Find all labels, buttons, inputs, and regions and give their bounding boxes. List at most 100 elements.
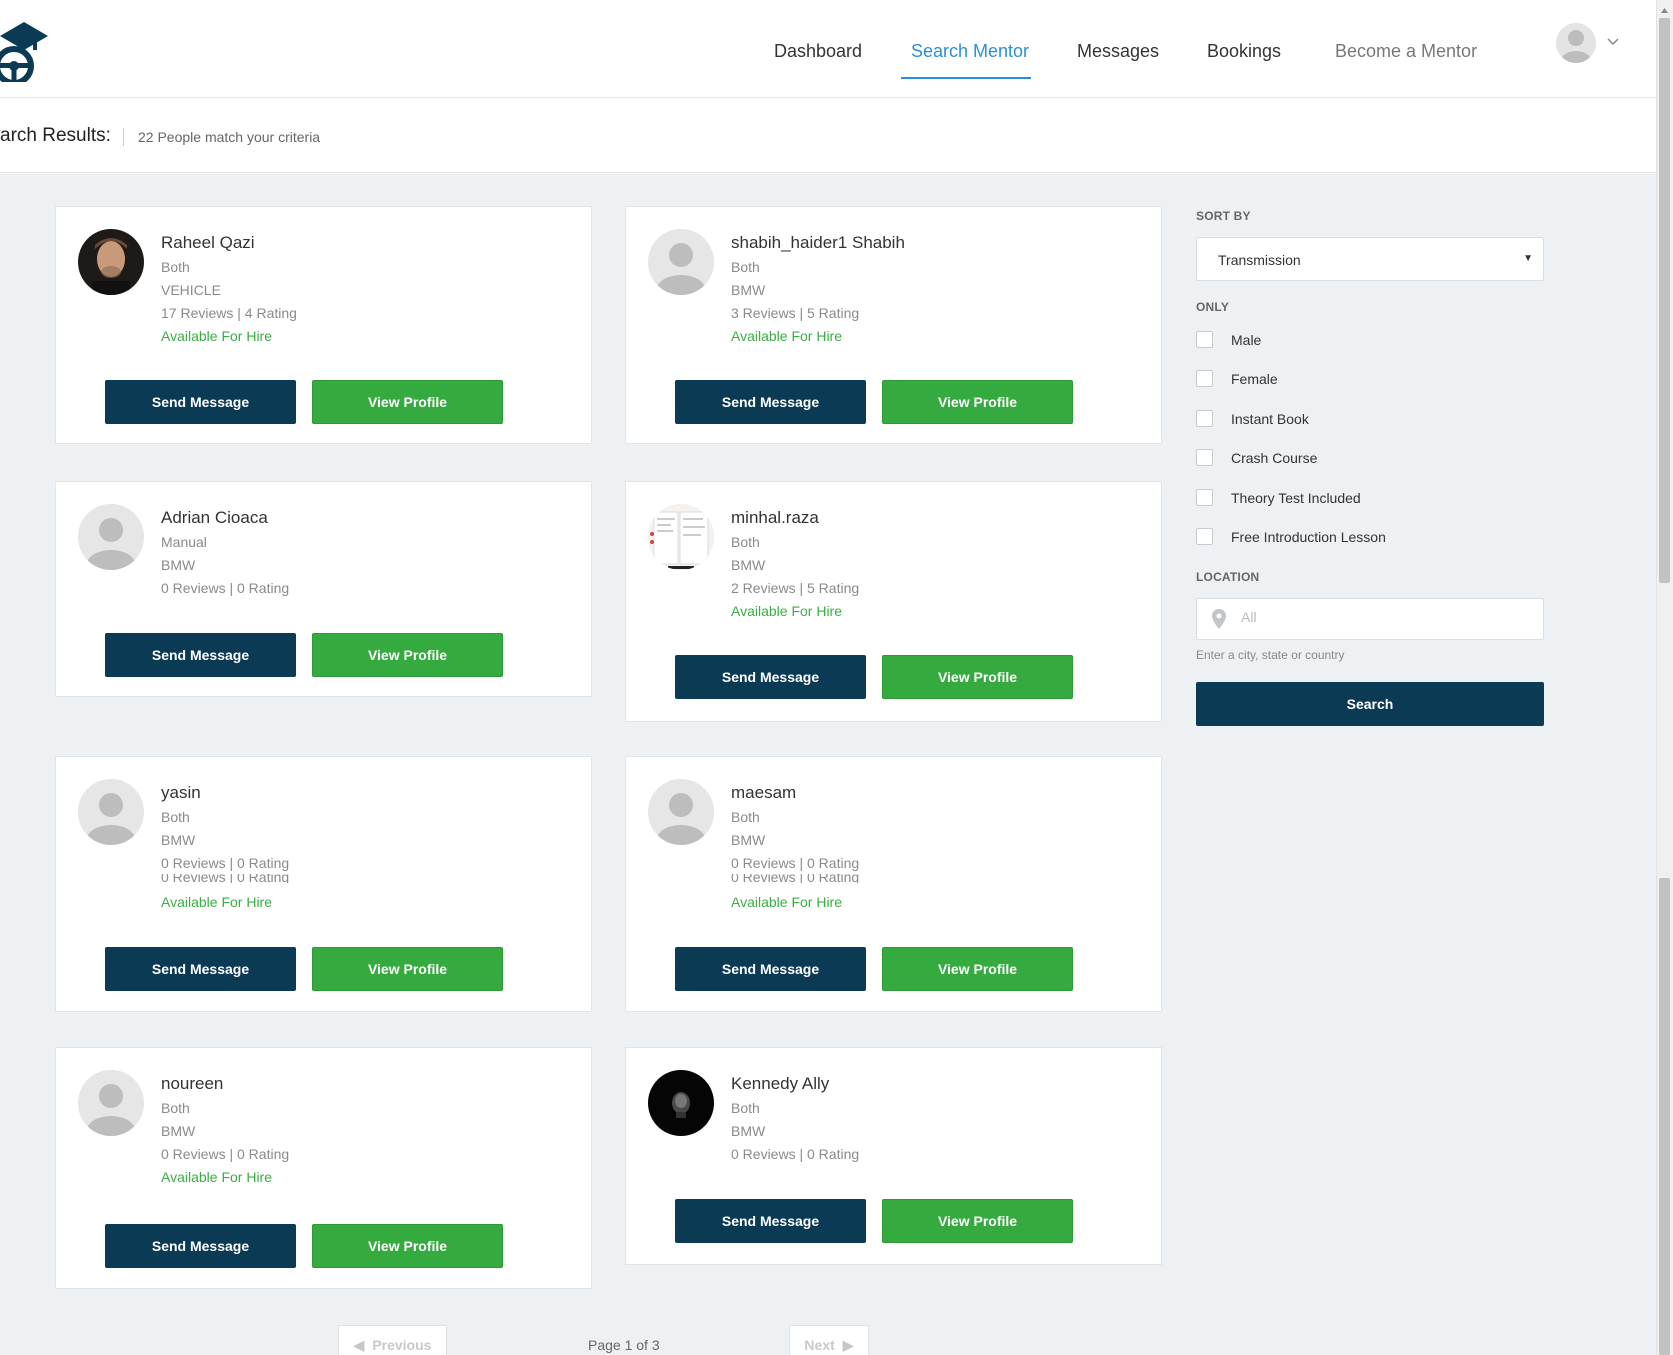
mentor-avatar [78, 1070, 144, 1136]
mentor-vehicle: BMW [161, 557, 196, 573]
view-profile-button[interactable]: View Profile [882, 380, 1073, 424]
mentor-transmission: Both [161, 1100, 190, 1116]
send-message-button[interactable]: Send Message [675, 380, 866, 424]
mentor-avatar [648, 1070, 714, 1136]
send-message-button[interactable]: Send Message [105, 947, 296, 991]
mentor-name[interactable]: maesam [731, 783, 796, 803]
mentor-transmission: Both [731, 1100, 760, 1116]
results-title: arch Results: [0, 125, 111, 146]
map-pin-icon [1212, 609, 1226, 629]
location-field[interactable] [1196, 598, 1544, 640]
view-profile-button[interactable]: View Profile [882, 947, 1073, 991]
sort-by-select[interactable]: Transmission ▼ [1196, 237, 1544, 281]
mentor-stats: 0 Reviews | 0 Rating [731, 1146, 860, 1162]
mentor-card: noureen Both BMW 0 Reviews | 0 Rating Av… [55, 1047, 592, 1289]
nav-dashboard[interactable]: Dashboard [774, 41, 862, 62]
view-profile-button[interactable]: View Profile [312, 633, 503, 677]
send-message-button[interactable]: Send Message [105, 380, 296, 424]
mentor-availability: Available For Hire [731, 603, 843, 619]
mentor-avatar [78, 779, 144, 845]
mentor-vehicle: BMW [731, 557, 766, 573]
page-info: Page 1 of 3 [588, 1337, 660, 1353]
mentor-card: maesam Both BMW 0 Reviews | 0 Rating 0 R… [625, 756, 1162, 1012]
active-nav-underline [901, 77, 1031, 79]
mentor-card: Kennedy Ally Both BMW 0 Reviews | 0 Rati… [625, 1047, 1162, 1265]
send-message-button[interactable]: Send Message [675, 947, 866, 991]
caret-left-icon: ◀ [353, 1336, 365, 1353]
next-label: Next [804, 1337, 835, 1353]
filter-label: Free Introduction Lesson [1231, 529, 1386, 545]
mentor-name[interactable]: yasin [161, 783, 201, 803]
checkbox[interactable] [1196, 410, 1213, 427]
view-profile-button[interactable]: View Profile [312, 947, 503, 991]
mentor-avatar [648, 779, 714, 845]
sort-by-label: SORT BY [1196, 209, 1251, 223]
divider [123, 128, 124, 146]
mentor-avatar [78, 229, 144, 295]
filter-label: Crash Course [1231, 450, 1318, 466]
scrollbar-thumb[interactable] [1659, 18, 1670, 583]
view-profile-button[interactable]: View Profile [882, 1199, 1073, 1243]
mentor-stats: 0 Reviews | 0 Rating [161, 1146, 290, 1162]
mentor-stats: 0 Reviews | 0 Rating [161, 855, 290, 871]
mentor-name[interactable]: minhal.raza [731, 508, 819, 528]
checkbox[interactable] [1196, 331, 1213, 348]
mentor-transmission: Both [731, 259, 760, 275]
mentor-transmission: Both [161, 259, 190, 275]
mentor-availability: Available For Hire [161, 328, 273, 344]
previous-button[interactable]: ◀ Previous [338, 1325, 447, 1355]
scroll-up-arrow-icon[interactable] [1659, 3, 1670, 14]
filter-label: Instant Book [1231, 411, 1309, 427]
send-message-button[interactable]: Send Message [675, 655, 866, 699]
mentor-vehicle: VEHICLE [161, 282, 221, 298]
checkbox[interactable] [1196, 370, 1213, 387]
filter-label: Female [1231, 371, 1278, 387]
location-label: LOCATION [1196, 570, 1260, 584]
mentor-stats: 17 Reviews | 4 Rating [161, 305, 297, 321]
mentor-name[interactable]: Kennedy Ally [731, 1074, 829, 1094]
view-profile-button[interactable]: View Profile [882, 655, 1073, 699]
mentor-name[interactable]: Raheel Qazi [161, 233, 255, 253]
checkbox[interactable] [1196, 449, 1213, 466]
mentor-name[interactable]: shabih_haider1 Shabih [731, 233, 905, 253]
mentor-availability: Available For Hire [161, 1169, 273, 1185]
mentor-transmission: Both [161, 809, 190, 825]
view-profile-button[interactable]: View Profile [312, 380, 503, 424]
send-message-button[interactable]: Send Message [105, 1224, 296, 1268]
nav-messages[interactable]: Messages [1077, 41, 1159, 62]
mentor-transmission: Manual [161, 534, 207, 550]
logo-icon[interactable] [0, 18, 48, 86]
chevron-down-icon[interactable] [1606, 34, 1620, 48]
mentor-card: yasin Both BMW 0 Reviews | 0 Rating 0 Re… [55, 756, 592, 1012]
filter-label: Theory Test Included [1231, 490, 1361, 506]
mentor-card: minhal.raza Both BMW 2 Reviews | 5 Ratin… [625, 481, 1162, 722]
next-button[interactable]: Next ▶ [789, 1325, 869, 1355]
mentor-avatar [648, 229, 714, 295]
mentor-vehicle: BMW [731, 282, 766, 298]
mentor-name[interactable]: Adrian Cioaca [161, 508, 268, 528]
mentor-card: Raheel Qazi Both VEHICLE 17 Reviews | 4 … [55, 206, 592, 444]
mentor-stats: 3 Reviews | 5 Rating [731, 305, 860, 321]
nav-become-mentor[interactable]: Become a Mentor [1335, 41, 1477, 62]
checkbox[interactable] [1196, 489, 1213, 506]
send-message-button[interactable]: Send Message [105, 633, 296, 677]
view-profile-button[interactable]: View Profile [312, 1224, 503, 1268]
mentor-availability: Available For Hire [731, 894, 843, 910]
nav-search-mentor[interactable]: Search Mentor [911, 41, 1029, 62]
location-help-text: Enter a city, state or country [1196, 648, 1345, 662]
checkbox[interactable] [1196, 528, 1213, 545]
mentor-stats-duplicate: 0 Reviews | 0 Rating [731, 874, 860, 883]
search-button[interactable]: Search [1196, 682, 1544, 726]
user-avatar-icon[interactable] [1556, 23, 1596, 63]
mentor-vehicle: BMW [161, 1123, 196, 1139]
top-navbar: Dashboard Search Mentor Messages Booking… [0, 0, 1656, 98]
previous-label: Previous [372, 1337, 432, 1353]
caret-right-icon: ▶ [842, 1336, 854, 1353]
mentor-name[interactable]: noureen [161, 1074, 223, 1094]
send-message-button[interactable]: Send Message [675, 1199, 866, 1243]
scrollbar-thumb-lower[interactable] [1659, 878, 1670, 1355]
mentor-availability: Available For Hire [731, 328, 843, 344]
location-input[interactable] [1241, 609, 1531, 625]
mentor-card: shabih_haider1 Shabih Both BMW 3 Reviews… [625, 206, 1162, 444]
nav-bookings[interactable]: Bookings [1207, 41, 1281, 62]
